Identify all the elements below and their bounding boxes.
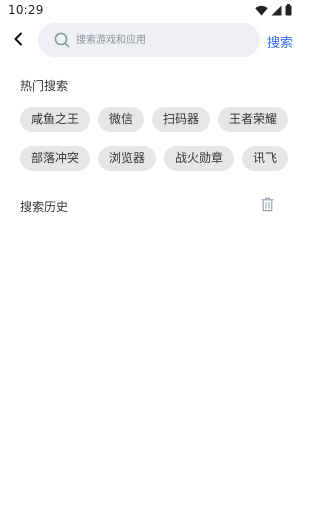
status-icons (255, 3, 292, 17)
hot-search-title: 热门搜索 (20, 79, 69, 93)
search-box[interactable] (38, 23, 260, 57)
hot-search-chip[interactable]: 讯飞 (242, 146, 289, 171)
hot-search-chip[interactable]: 咸鱼之王 (20, 107, 91, 132)
battery-icon (285, 4, 292, 16)
search-header: 搜索 (0, 23, 300, 57)
status-bar: 10:29 (0, 0, 300, 22)
status-time: 10:29 (8, 3, 44, 17)
hot-search-chip[interactable]: 部落冲突 (20, 146, 91, 171)
signal-icon (271, 5, 282, 16)
wifi-icon (255, 5, 268, 16)
hot-search-chip[interactable]: 扫码器 (152, 107, 211, 132)
search-icon (54, 32, 70, 48)
trash-icon (261, 197, 274, 216)
search-button[interactable]: 搜索 (267, 32, 293, 51)
back-button[interactable] (9, 31, 27, 49)
chevron-left-icon (13, 31, 23, 50)
hot-search-row-2: 部落冲突 浏览器 战火勋章 讯飞 (20, 146, 289, 171)
clear-history-button[interactable] (261, 197, 274, 212)
hot-search-row-1: 咸鱼之王 微信 扫码器 王者荣耀 (20, 107, 289, 132)
hot-search-chip[interactable]: 微信 (98, 107, 145, 132)
search-input[interactable] (76, 23, 252, 57)
hot-search-chip[interactable]: 王者荣耀 (218, 107, 289, 132)
hot-search-chip[interactable]: 浏览器 (98, 146, 157, 171)
search-history-title: 搜索历史 (20, 200, 69, 214)
hot-search-chip[interactable]: 战火勋章 (164, 146, 235, 171)
